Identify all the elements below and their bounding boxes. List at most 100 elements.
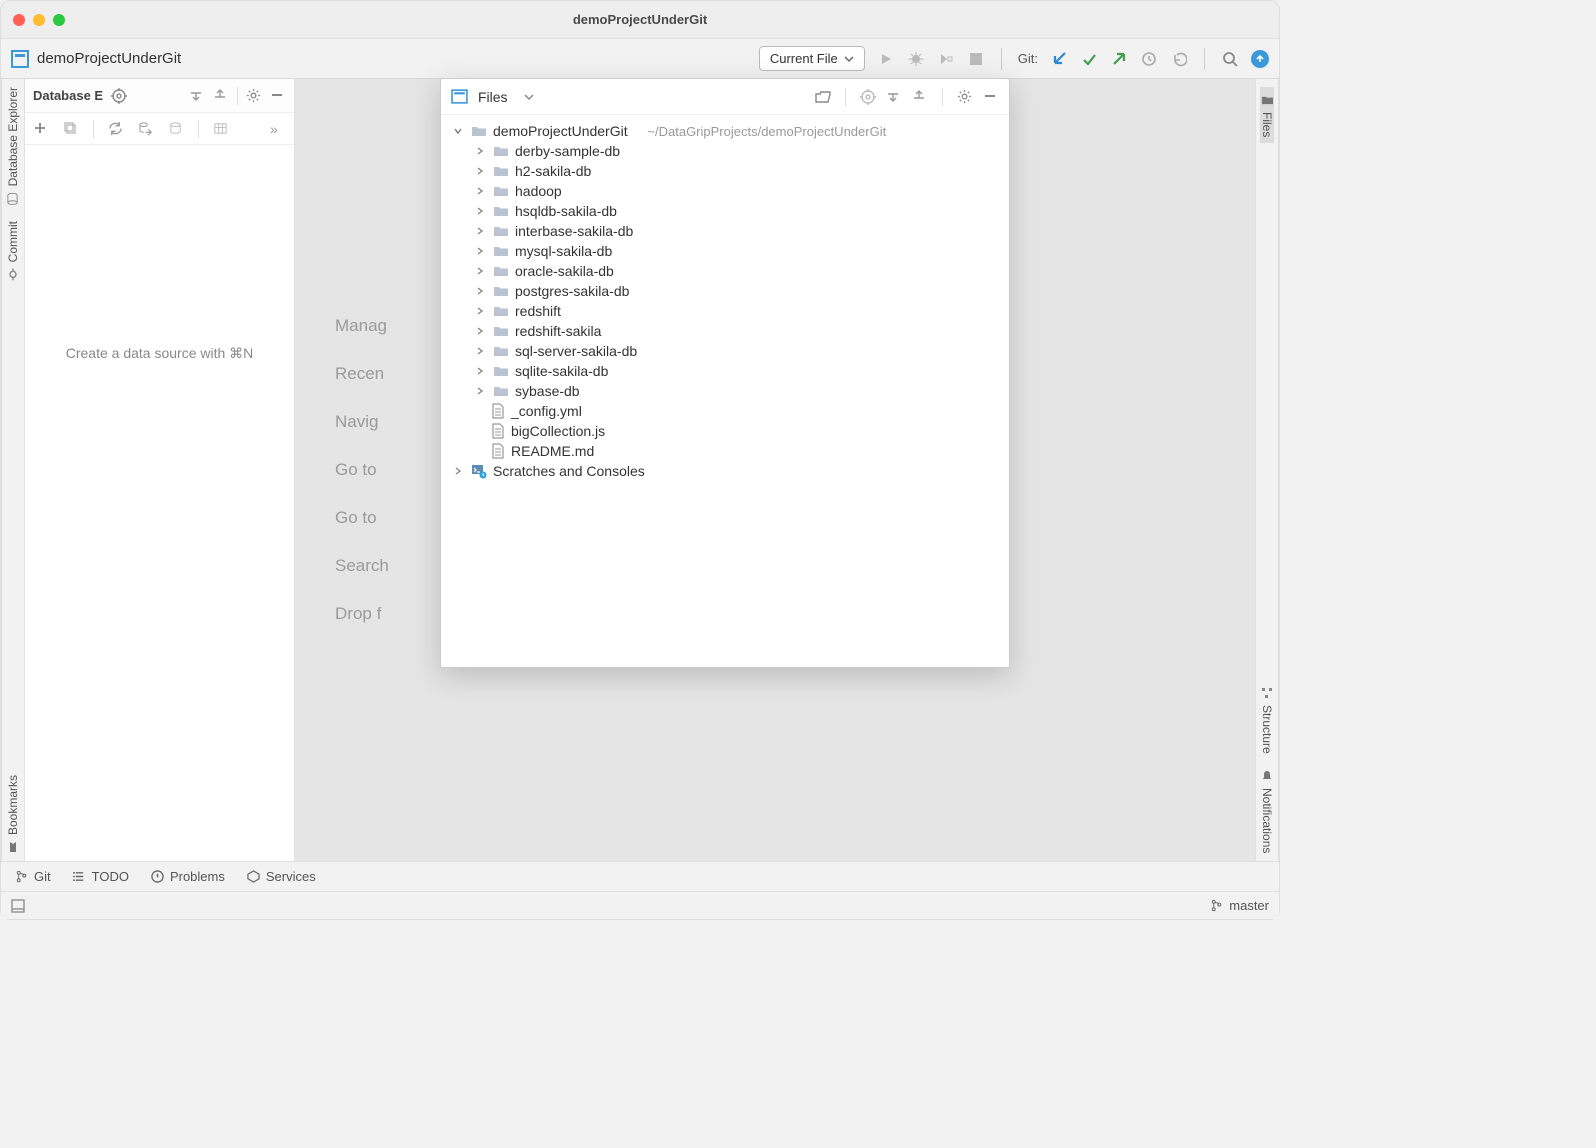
ide-update-icon[interactable] (1251, 50, 1269, 68)
gear-icon[interactable] (246, 88, 262, 104)
toolwin-services[interactable]: Services (247, 869, 316, 884)
tree-folder[interactable]: interbase-sakila-db (445, 221, 1005, 241)
tree-folder[interactable]: mysql-sakila-db (445, 241, 1005, 261)
toolwin-todo[interactable]: TODO (73, 869, 129, 884)
tree-root-label: demoProjectUnderGit (493, 123, 628, 139)
sidebar-item-label: Database Explorer (6, 87, 20, 186)
sidebar-item-label: Bookmarks (6, 775, 20, 835)
run-config-dropdown[interactable]: Current File (759, 46, 865, 71)
database-explorer-panel: Database E (25, 79, 295, 861)
separator (1001, 48, 1002, 70)
chevron-right-icon[interactable] (475, 366, 487, 376)
tree-folder[interactable]: h2-sakila-db (445, 161, 1005, 181)
target-icon[interactable] (111, 88, 127, 104)
chevron-right-icon[interactable] (475, 226, 487, 236)
minimize-panel-icon[interactable] (270, 88, 286, 104)
tree-label: hsqldb-sakila-db (515, 203, 617, 219)
tree-folder[interactable]: sqlite-sakila-db (445, 361, 1005, 381)
chevron-right-icon[interactable] (475, 206, 487, 216)
minimize-panel-icon[interactable] (983, 89, 999, 105)
chevron-right-icon[interactable] (475, 246, 487, 256)
tree-folder[interactable]: derby-sample-db (445, 141, 1005, 161)
sidebar-item-structure[interactable]: Structure (1260, 687, 1274, 754)
collapse-icon[interactable] (213, 88, 229, 104)
sidebar-item-files[interactable]: Files (1260, 87, 1274, 143)
chevron-right-icon[interactable] (475, 146, 487, 156)
tree-label: README.md (511, 443, 594, 459)
tree-folder[interactable]: hsqldb-sakila-db (445, 201, 1005, 221)
sidebar-item-db-explorer[interactable]: Database Explorer (6, 87, 20, 205)
panel-header: Database E (25, 79, 294, 113)
folder-icon (493, 303, 509, 319)
search-icon[interactable] (1221, 50, 1239, 68)
git-label: Git: (1018, 51, 1038, 66)
commit-icon (7, 269, 19, 281)
files-tree[interactable]: demoProjectUnderGit ~/DataGripProjects/d… (441, 115, 1009, 667)
separator (1204, 48, 1205, 70)
folder-icon (493, 183, 509, 199)
toolwin-git[interactable]: Git (15, 869, 51, 884)
status-bar: master (1, 891, 1279, 919)
datasource-props-icon[interactable] (138, 121, 154, 137)
jump-to-query-icon[interactable] (168, 121, 184, 137)
project-name[interactable]: demoProjectUnderGit (37, 50, 181, 67)
git-pull-icon[interactable] (1050, 50, 1068, 68)
run-button[interactable] (877, 50, 895, 68)
add-icon[interactable] (33, 121, 49, 137)
placeholder-text: Create a data source with ⌘N (66, 345, 254, 361)
history-icon[interactable] (1140, 50, 1158, 68)
revert-icon[interactable] (1170, 50, 1188, 68)
chevron-down-icon[interactable] (524, 92, 534, 102)
tree-scratches[interactable]: Scratches and Consoles (445, 461, 1005, 481)
structure-icon (1261, 687, 1273, 699)
debug-button[interactable] (907, 50, 925, 68)
stop-button[interactable] (967, 50, 985, 68)
git-commit-icon[interactable] (1080, 50, 1098, 68)
sidebar-item-commit[interactable]: Commit (6, 221, 20, 280)
tree-folder[interactable]: redshift-sakila (445, 321, 1005, 341)
chevron-right-icon[interactable] (453, 466, 465, 476)
tree-folder[interactable]: hadoop (445, 181, 1005, 201)
chevron-right-icon[interactable] (475, 326, 487, 336)
tree-folder[interactable]: oracle-sakila-db (445, 261, 1005, 281)
open-folder-icon[interactable] (815, 89, 831, 105)
tree-folder[interactable]: postgres-sakila-db (445, 281, 1005, 301)
tree-folder[interactable]: sql-server-sakila-db (445, 341, 1005, 361)
run-more-button[interactable] (937, 50, 955, 68)
expand-icon[interactable] (886, 89, 902, 105)
tree-file[interactable]: README.md (445, 441, 1005, 461)
chevron-right-icon[interactable] (475, 386, 487, 396)
tree-file[interactable]: _config.yml (445, 401, 1005, 421)
expand-icon[interactable] (189, 88, 205, 104)
sidebar-item-bookmarks[interactable]: Bookmarks (6, 775, 20, 853)
chevron-down-icon[interactable] (453, 126, 465, 136)
file-icon (491, 423, 505, 439)
main-toolbar: demoProjectUnderGit Current File Git: (1, 39, 1279, 79)
more-icon[interactable]: » (270, 121, 286, 137)
chevron-right-icon[interactable] (475, 286, 487, 296)
chevron-right-icon[interactable] (475, 186, 487, 196)
copy-icon[interactable] (63, 121, 79, 137)
gear-icon[interactable] (957, 89, 973, 105)
git-push-icon[interactable] (1110, 50, 1128, 68)
tree-file[interactable]: bigCollection.js (445, 421, 1005, 441)
target-icon[interactable] (860, 89, 876, 105)
chevron-right-icon[interactable] (475, 306, 487, 316)
toolwin-problems[interactable]: Problems (151, 869, 225, 884)
tree-folder[interactable]: redshift (445, 301, 1005, 321)
status-left-icon[interactable] (11, 899, 25, 913)
folder-icon (493, 283, 509, 299)
tree-label: redshift-sakila (515, 323, 601, 339)
tree-root[interactable]: demoProjectUnderGit ~/DataGripProjects/d… (445, 121, 1005, 141)
chevron-right-icon[interactable] (475, 266, 487, 276)
collapse-icon[interactable] (912, 89, 928, 105)
right-stripe: Files Structure Notifications (1255, 79, 1279, 861)
tree-folder[interactable]: sybase-db (445, 381, 1005, 401)
git-branch-widget[interactable]: master (1210, 898, 1269, 913)
tree-label: oracle-sakila-db (515, 263, 614, 279)
chevron-right-icon[interactable] (475, 346, 487, 356)
refresh-icon[interactable] (108, 121, 124, 137)
chevron-right-icon[interactable] (475, 166, 487, 176)
table-icon[interactable] (213, 121, 229, 137)
sidebar-item-notifications[interactable]: Notifications (1260, 770, 1274, 853)
